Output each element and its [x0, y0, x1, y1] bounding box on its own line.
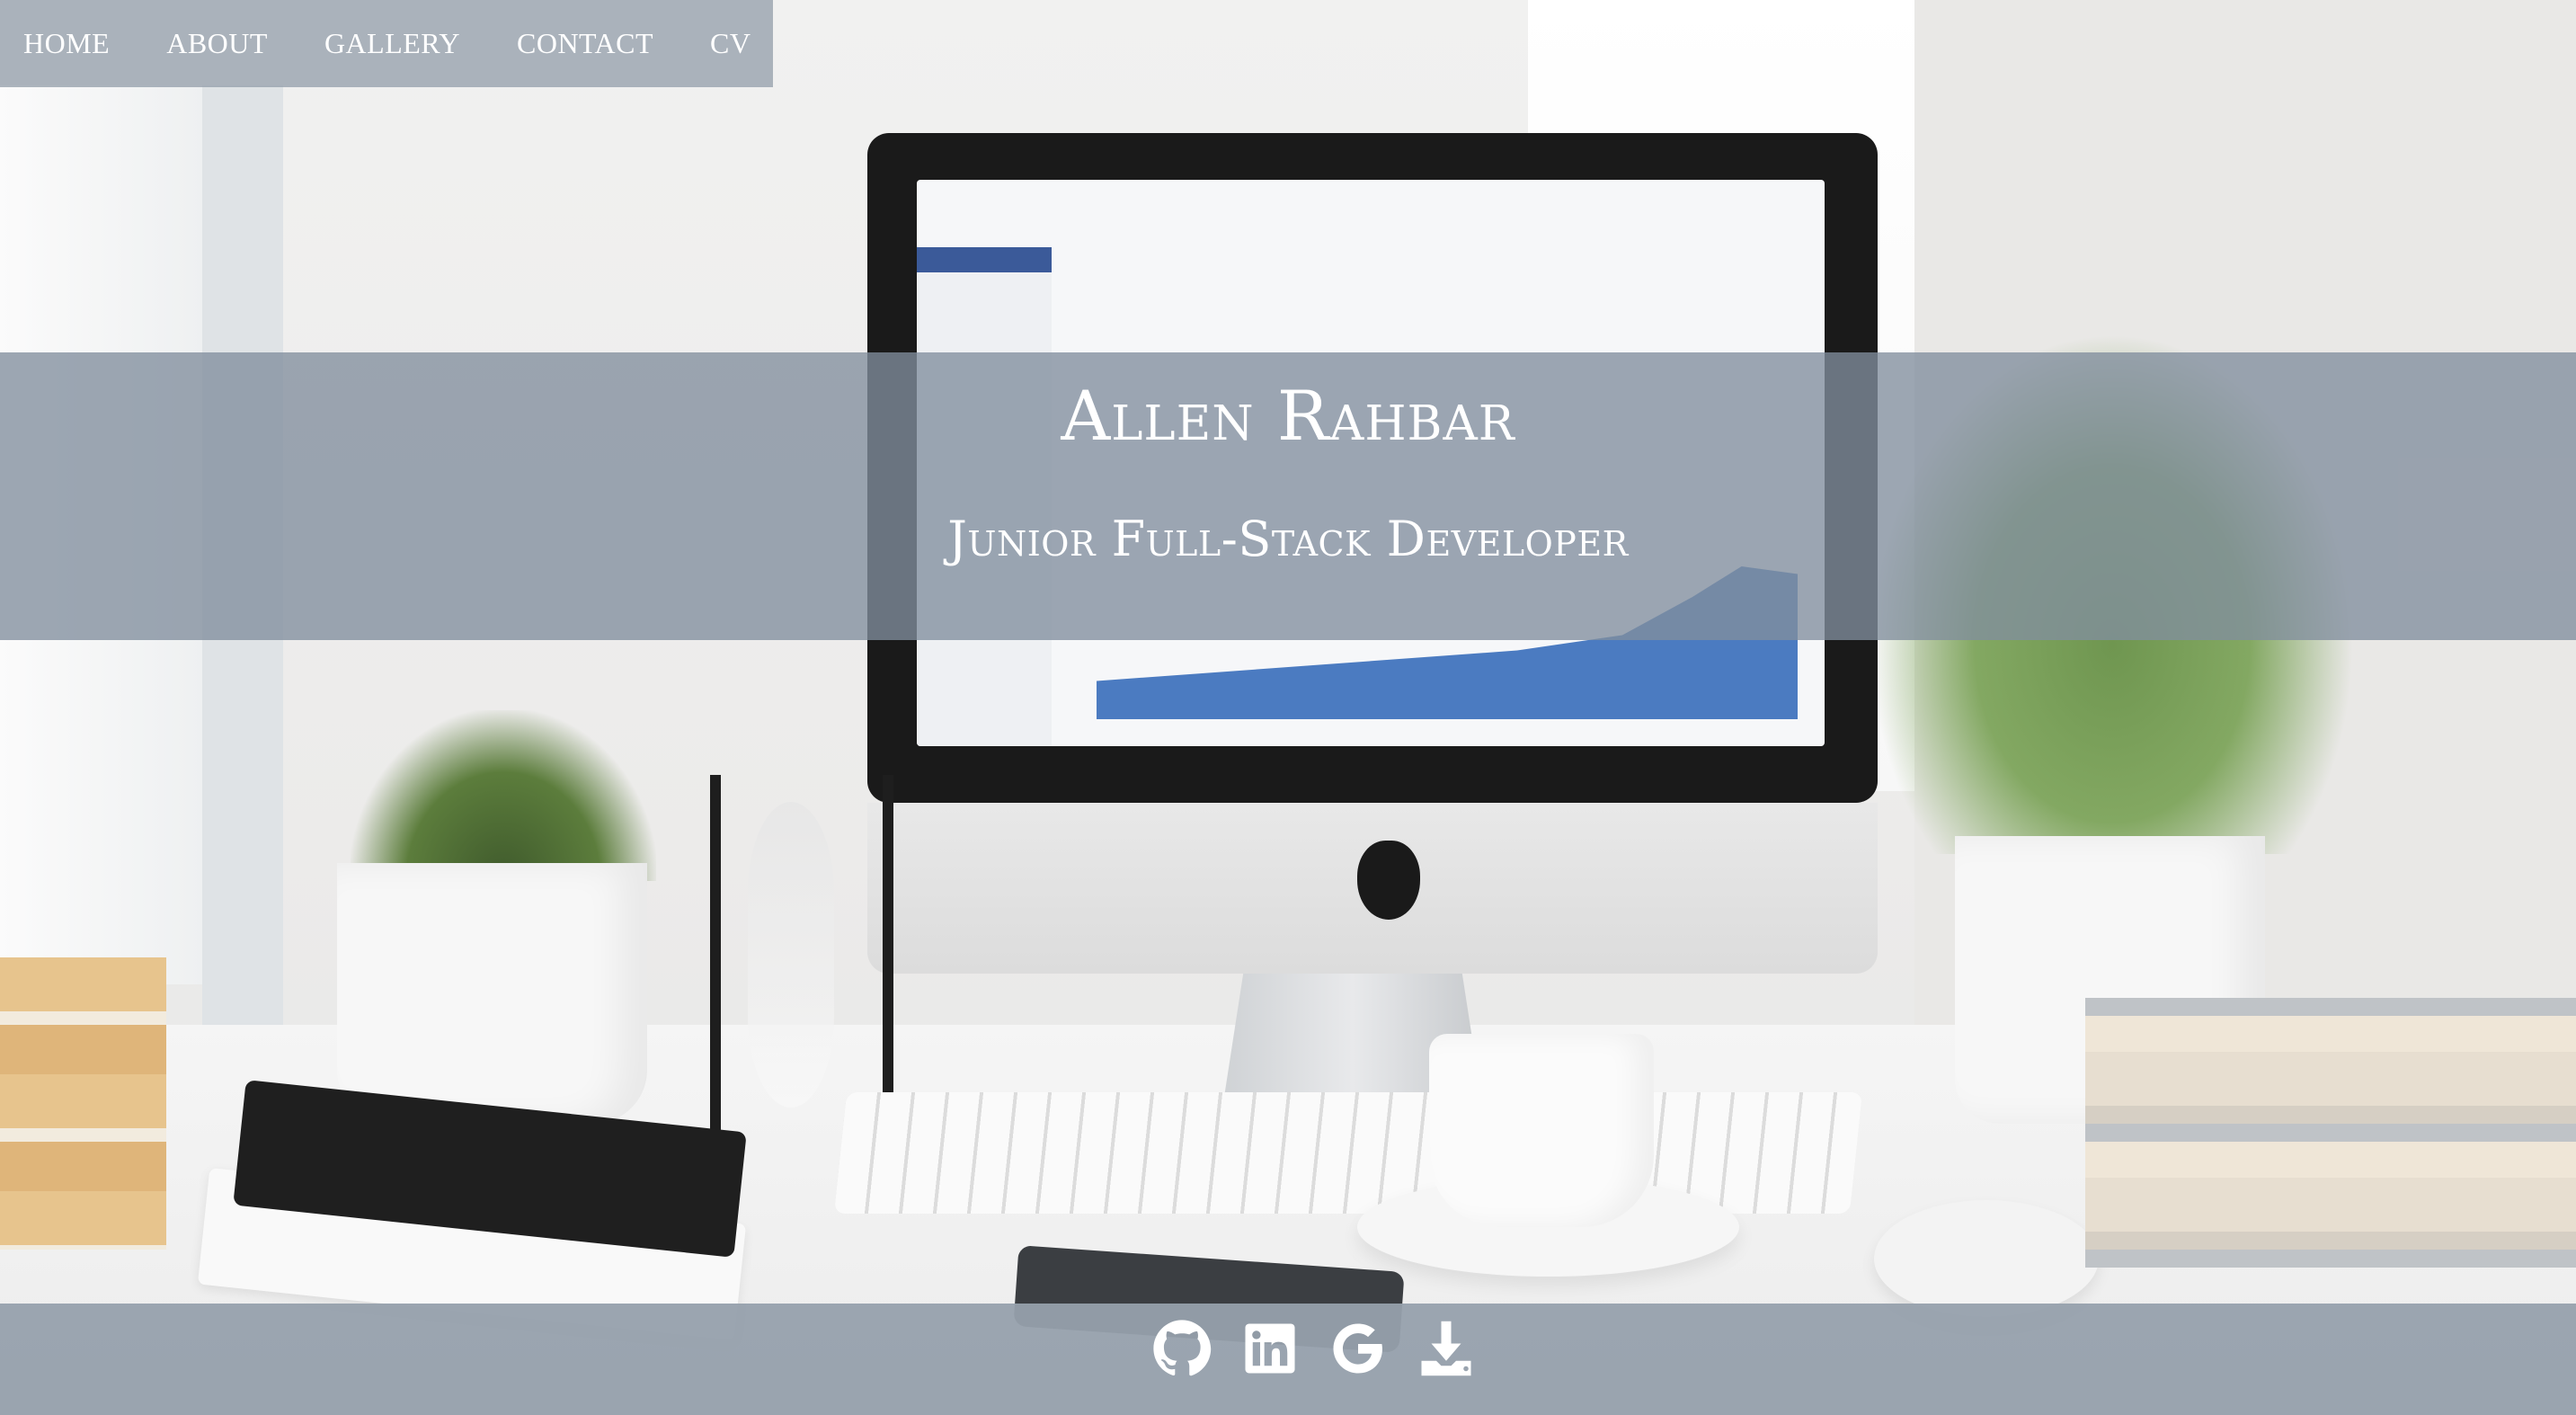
plant-left [351, 710, 656, 881]
google-icon [1333, 1323, 1382, 1374]
books-right [2085, 998, 2576, 1268]
apple-logo-icon [1357, 841, 1420, 920]
keyboard [833, 1092, 1863, 1214]
hero-name: Allen Rahbar [1061, 376, 1515, 456]
coffee-cup [1429, 1034, 1654, 1227]
social-icons [1150, 1314, 1503, 1383]
linkedin-link[interactable] [1239, 1317, 1301, 1380]
linkedin-icon [1245, 1323, 1295, 1374]
google-link[interactable] [1327, 1317, 1390, 1380]
github-icon [1153, 1320, 1212, 1376]
nav-gallery[interactable]: GALLERY [324, 27, 460, 60]
pot-left [337, 863, 647, 1124]
download-cv-link[interactable] [1415, 1317, 1478, 1380]
nav-contact[interactable]: CONTACT [517, 27, 653, 60]
hourglass [710, 775, 893, 1135]
nav-home[interactable]: HOME [23, 27, 110, 60]
hourglass-glass [748, 802, 834, 1108]
top-navbar: HOME ABOUT GALLERY CONTACT CV [0, 0, 773, 87]
github-link[interactable] [1150, 1317, 1213, 1380]
screen-sidebar-header [917, 247, 1052, 272]
download-icon [1421, 1321, 1471, 1376]
books-left [0, 957, 166, 1250]
nav-cv[interactable]: CV [710, 27, 751, 60]
mouse [1874, 1200, 2099, 1317]
hero-role: Junior Full-Stack Developer [947, 511, 1629, 567]
nav-about[interactable]: ABOUT [166, 27, 268, 60]
background-photo [0, 0, 2576, 1415]
